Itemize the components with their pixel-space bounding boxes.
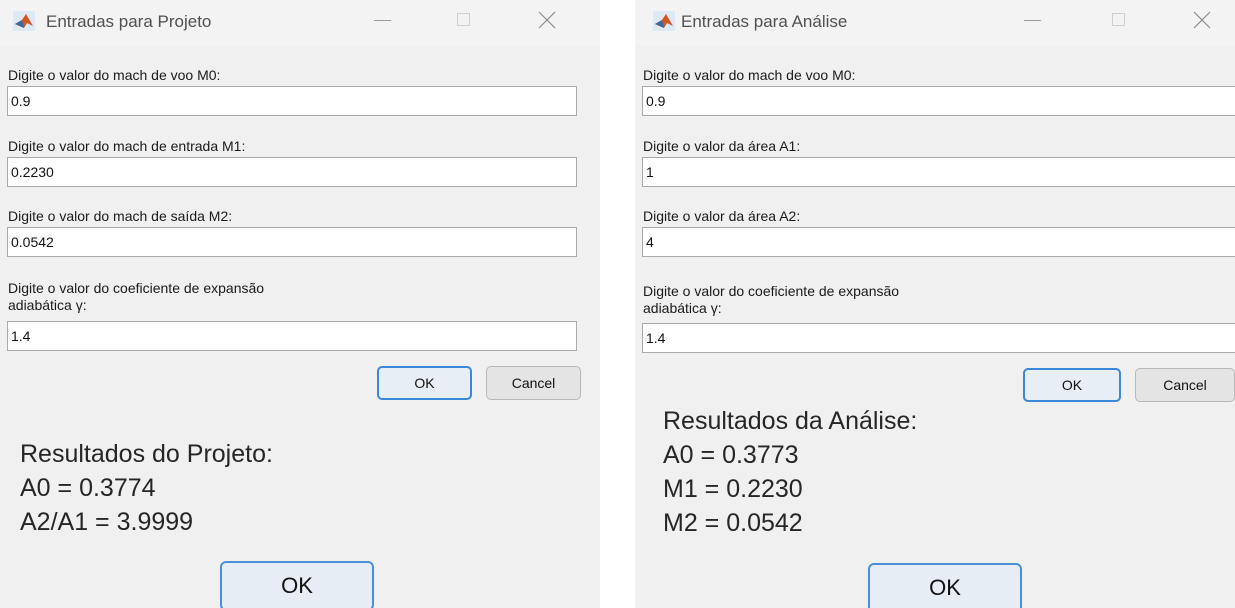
gap-between-dialogs — [600, 0, 635, 608]
m0-input[interactable]: 0.9 — [642, 86, 1235, 116]
input-dialog-projeto: Entradas para Projeto Digite o valor do … — [0, 0, 600, 608]
gamma-input[interactable]: 1.4 — [642, 323, 1235, 353]
results-heading: Resultados da Análise: — [663, 407, 918, 435]
prompt-label-m0: Digite o valor do mach de voo M0: — [8, 67, 221, 83]
m0-input[interactable]: 0.9 — [7, 86, 577, 116]
minimize-icon[interactable] — [1010, 0, 1056, 42]
result-m1: M1 = 0.2230 — [663, 475, 803, 503]
cancel-button[interactable]: Cancel — [486, 366, 581, 400]
prompt-label-a2: Digite o valor da área A2: — [643, 208, 801, 224]
results-heading: Resultados do Projeto: — [20, 440, 273, 468]
close-icon[interactable] — [1180, 0, 1226, 42]
results-projeto: Resultados do Projeto: A0 = 0.3774 A2/A1… — [20, 437, 273, 539]
m2-input[interactable]: 0.0542 — [7, 227, 577, 257]
m1-input[interactable]: 0.2230 — [7, 157, 577, 187]
result-a0: A0 = 0.3773 — [663, 441, 799, 469]
ok-button[interactable]: OK — [377, 366, 472, 400]
minimize-icon[interactable] — [360, 0, 406, 42]
prompt-label-m1: Digite o valor do mach de entrada M1: — [8, 138, 246, 154]
results-analise: Resultados da Análise: A0 = 0.3773 M1 = … — [663, 404, 917, 540]
cancel-button[interactable]: Cancel — [1135, 368, 1235, 402]
close-icon[interactable] — [525, 0, 571, 42]
result-a0: A0 = 0.3774 — [20, 474, 156, 502]
results-ok-button[interactable]: OK — [220, 561, 374, 608]
matlab-logo-icon — [653, 11, 675, 31]
prompt-label-m0: Digite o valor do mach de voo M0: — [643, 67, 856, 83]
a1-input[interactable]: 1 — [642, 157, 1235, 187]
prompt-label-gamma-line2: adiabática γ: — [8, 297, 87, 313]
results-ok-button[interactable]: OK — [868, 563, 1022, 608]
a2-input[interactable]: 4 — [642, 227, 1235, 257]
prompt-label-gamma: Digite o valor do coeficiente de expansã… — [643, 283, 900, 299]
result-m2: M2 = 0.0542 — [663, 509, 803, 537]
title-bar: Entradas para Projeto — [0, 0, 600, 46]
window-title: Entradas para Projeto — [46, 12, 212, 31]
matlab-logo-icon — [13, 11, 35, 31]
ok-button[interactable]: OK — [1023, 368, 1121, 402]
prompt-label-gamma-line2: adiabática γ: — [643, 300, 722, 316]
result-a2-a1: A2/A1 = 3.9999 — [20, 508, 194, 536]
gamma-input[interactable]: 1.4 — [7, 321, 577, 351]
title-bar: Entradas para Análise — [635, 0, 1235, 46]
prompt-label-a1: Digite o valor da área A1: — [643, 138, 801, 154]
maximize-icon[interactable] — [1095, 0, 1141, 42]
window-title: Entradas para Análise — [681, 12, 848, 31]
input-dialog-analise: Entradas para Análise Digite o valor do … — [635, 0, 1235, 608]
prompt-label-gamma: Digite o valor do coeficiente de expansã… — [8, 280, 265, 296]
maximize-icon[interactable] — [440, 0, 486, 42]
prompt-label-m2: Digite o valor do mach de saída M2: — [8, 208, 233, 224]
